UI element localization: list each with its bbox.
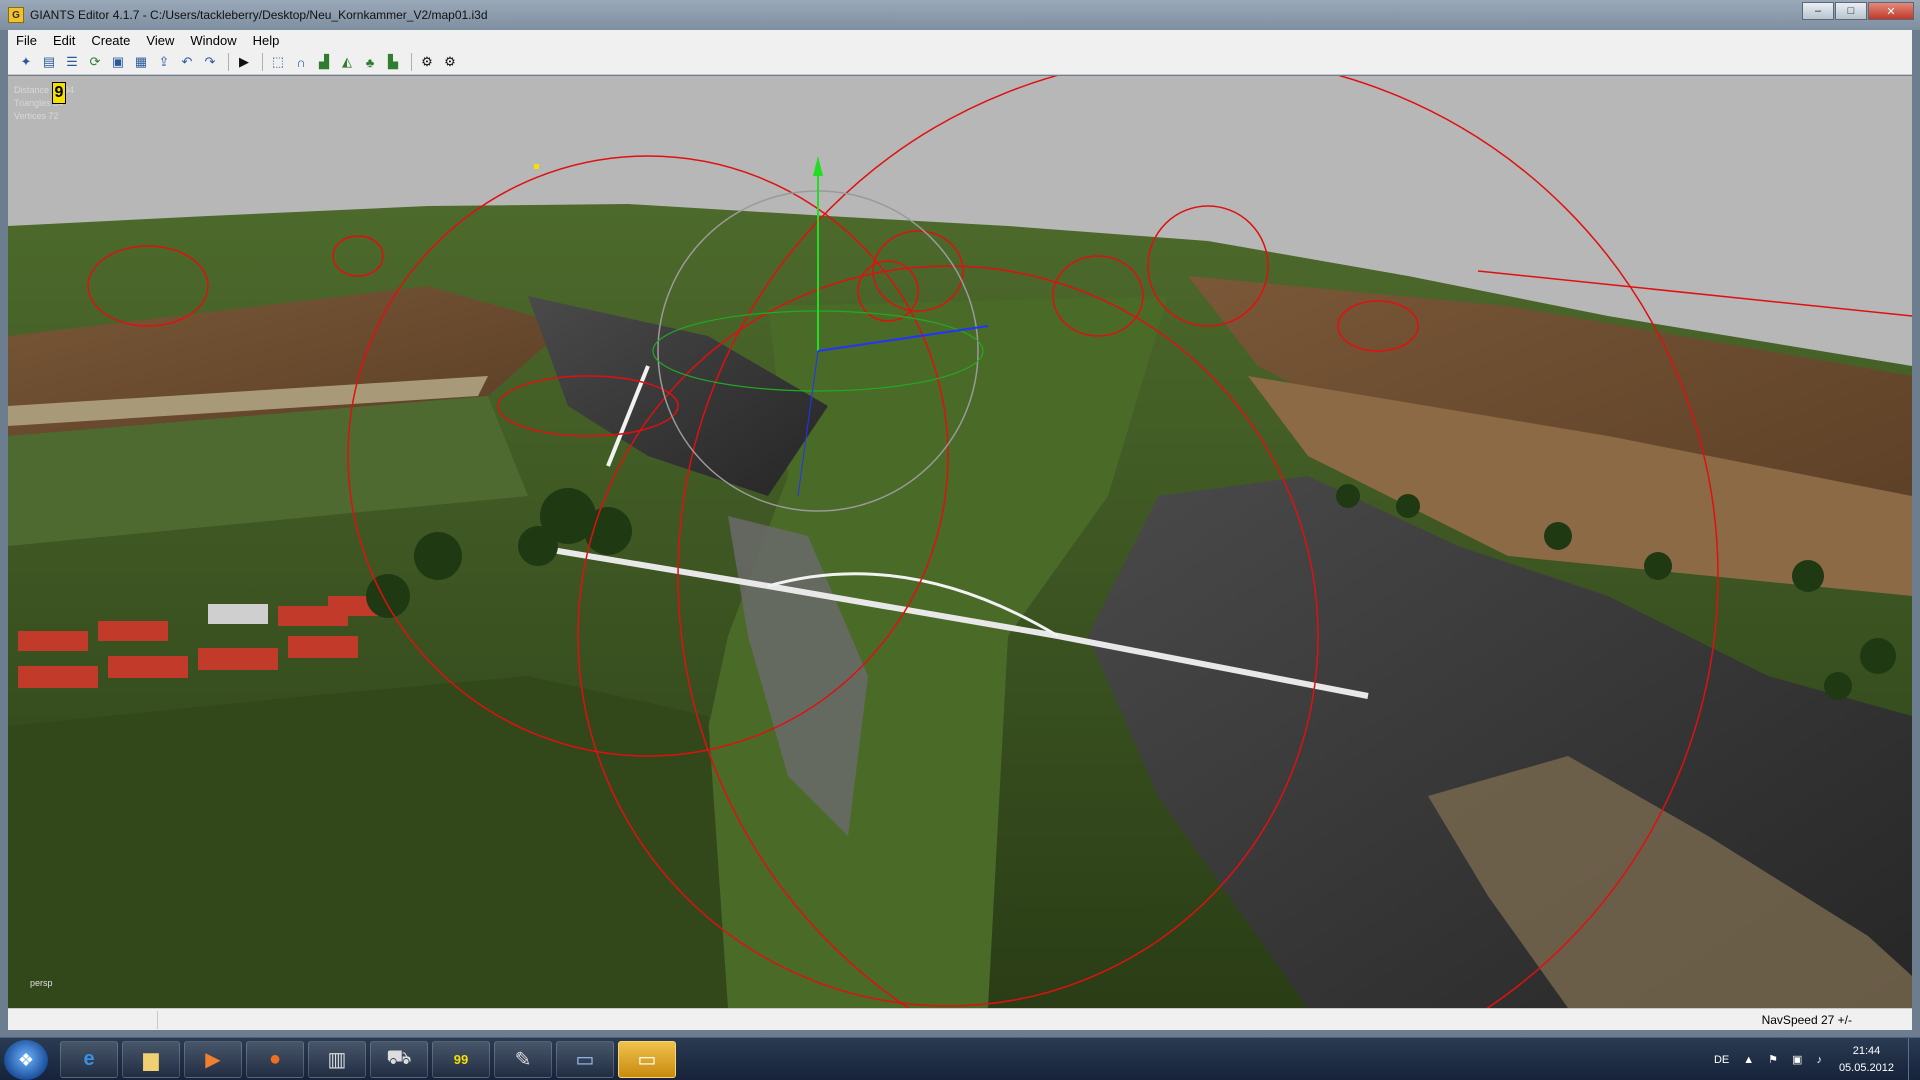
status-left-pane (8, 1011, 158, 1029)
settings-icon[interactable]: ⚙ (417, 52, 437, 72)
action-center-flag-icon[interactable]: ⚑ (1768, 1053, 1778, 1066)
move-icon[interactable]: ∩ (291, 52, 311, 72)
window-title: GIANTS Editor 4.1.7 - C:/Users/tackleber… (30, 8, 488, 22)
play-icon[interactable]: ▶ (234, 52, 254, 72)
toolbar: ✦ ▤ ☰ ⟳ ▣ ▦ ⇪ ↶ ↷ ▶ ⬚ ∩ ▟ ◭ ♣ ▙ ⚙ ⚙ (8, 50, 1912, 75)
light-marker (534, 164, 539, 169)
maximize-button[interactable]: □ (1835, 2, 1867, 20)
stat-vertices: Vertices 72 (14, 111, 59, 121)
camera-label: persp (30, 978, 53, 988)
window-manager-icon[interactable]: ▭ (556, 1041, 614, 1078)
giants-editor-icon[interactable]: ▭ (618, 1041, 676, 1078)
foliage-icon[interactable]: ♣ (360, 52, 380, 72)
terrain-scene[interactable] (8, 76, 1912, 1008)
toolbar-separator (228, 53, 229, 71)
undo-icon[interactable]: ↶ (177, 52, 197, 72)
properties-icon[interactable]: ☰ (62, 52, 82, 72)
toolbar-separator (411, 53, 412, 71)
terrain-paint-icon[interactable]: ▟ (314, 52, 334, 72)
reload-icon[interactable]: ⟳ (85, 52, 105, 72)
tractor-icon[interactable]: ⛟ (370, 1041, 428, 1078)
editor-window: G GIANTS Editor 4.1.7 - C:/Users/tackleb… (0, 0, 1920, 1037)
menu-file[interactable]: File (8, 33, 45, 48)
close-button[interactable]: ✕ (1868, 2, 1914, 20)
editor-99-icon[interactable]: 99 (432, 1041, 490, 1078)
window-controls: – □ ✕ (1801, 2, 1914, 20)
network-icon[interactable]: ▣ (1792, 1053, 1802, 1066)
settings-alt-icon[interactable]: ⚙ (440, 52, 460, 72)
internet-explorer-icon[interactable]: e (60, 1041, 118, 1078)
title-bar[interactable]: G GIANTS Editor 4.1.7 - C:/Users/tackleb… (0, 0, 1920, 30)
clock-time: 21:44 (1852, 1044, 1881, 1057)
start-icon[interactable]: ❖ (4, 1040, 48, 1080)
menu-view[interactable]: View (138, 33, 182, 48)
terrain-info-icon[interactable]: ▙ (383, 52, 403, 72)
tool-icon[interactable]: ✎ (494, 1041, 552, 1078)
media-player-icon[interactable]: ▶ (184, 1041, 242, 1078)
toolbar-separator (262, 53, 263, 71)
save-icon[interactable]: ▣ (108, 52, 128, 72)
system-tray: DE ▲ ⚑ ▣ ♪ 21:44 05.05.2012 (1707, 1038, 1920, 1080)
firefox-icon[interactable]: ● (246, 1041, 304, 1078)
terrain-sculpt-icon[interactable]: ◭ (337, 52, 357, 72)
minimize-button[interactable]: – (1802, 2, 1834, 20)
show-desktop-button[interactable] (1908, 1038, 1920, 1080)
select-icon[interactable]: ⬚ (268, 52, 288, 72)
giants-app-icon: G (8, 7, 24, 23)
clock-date: 05.05.2012 (1838, 1061, 1894, 1074)
export-icon[interactable]: ⇪ (154, 52, 174, 72)
taskbar: ❖ e ▆ ▶ ● ▥ ⛟ 99 ✎ ▭ ▭ DE ▲ ⚑ ▣ ♪ 21:44 … (0, 1037, 1920, 1080)
status-bar: NavSpeed 27 +/- (8, 1008, 1912, 1030)
file-explorer-icon[interactable]: ▆ (122, 1041, 180, 1078)
slope-left (8, 676, 728, 1008)
3d-viewport[interactable]: Distance 20 94 Triangles 54 Vertices 72 … (8, 76, 1912, 1008)
show-hidden-icons-icon[interactable]: ▲ (1743, 1054, 1754, 1066)
menu-create[interactable]: Create (83, 33, 138, 48)
calculator-icon[interactable]: ▥ (308, 1041, 366, 1078)
save-as-icon[interactable]: ▦ (131, 52, 151, 72)
new-icon[interactable]: ✦ (16, 52, 36, 72)
menu-edit[interactable]: Edit (45, 33, 83, 48)
menu-help[interactable]: Help (245, 33, 288, 48)
navspeed-label: NavSpeed 27 +/- (1761, 1013, 1852, 1027)
menu-window[interactable]: Window (182, 33, 244, 48)
redo-icon[interactable]: ↷ (200, 52, 220, 72)
menu-bar: File Edit Create View Window Help (8, 30, 1912, 50)
volume-icon[interactable]: ♪ (1816, 1054, 1822, 1066)
clock[interactable]: 21:44 05.05.2012 (1839, 1043, 1894, 1077)
language-indicator[interactable]: DE (1714, 1054, 1729, 1066)
open-icon[interactable]: ▤ (39, 52, 59, 72)
stats-badge: 9 (52, 82, 66, 104)
